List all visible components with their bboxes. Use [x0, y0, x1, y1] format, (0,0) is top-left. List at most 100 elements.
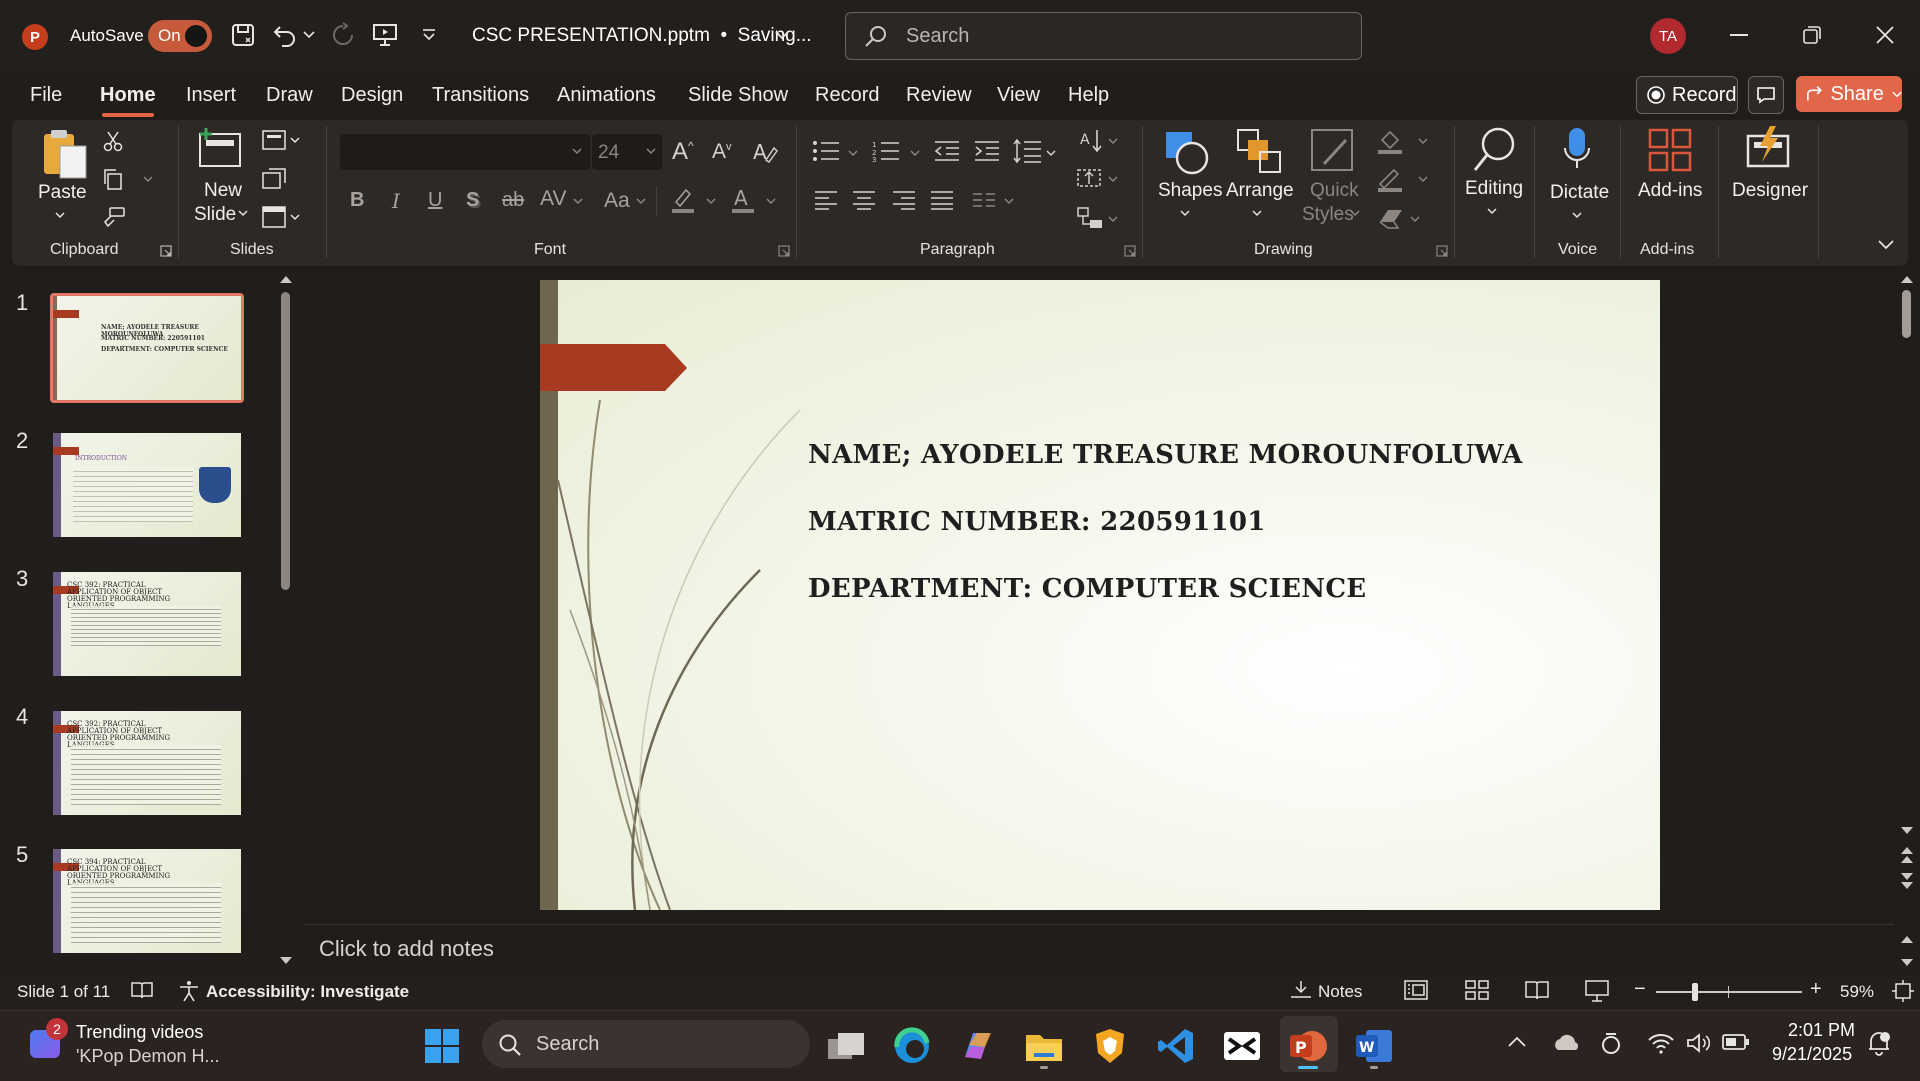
line-spacing-icon[interactable] — [1012, 138, 1042, 164]
shapes-icon[interactable] — [1162, 128, 1212, 178]
clipboard-launcher-icon[interactable] — [160, 245, 172, 257]
columns-dropdown-icon[interactable] — [1004, 198, 1014, 205]
highlight-icon[interactable] — [670, 186, 696, 214]
change-case-dropdown-icon[interactable] — [636, 198, 646, 205]
spelling-check-icon[interactable] — [130, 980, 154, 1000]
quick-styles-icon[interactable] — [1310, 128, 1356, 176]
font-size-dropdown-icon[interactable] — [646, 148, 656, 155]
shapes-dropdown-icon[interactable] — [1180, 210, 1190, 217]
italic-icon[interactable]: I — [392, 189, 400, 213]
font-name-dropdown-icon[interactable] — [572, 148, 582, 155]
quick-styles-dropdown-icon[interactable] — [1350, 210, 1360, 217]
copy-icon[interactable] — [102, 168, 124, 190]
slide-thumbnail[interactable]: CSC 392: PRACTICAL APPLICATION OF OBJECT… — [53, 711, 241, 815]
widgets-title[interactable]: Trending videos — [76, 1022, 203, 1043]
slide-matric-line[interactable]: MATRIC NUMBER: 220591101 — [808, 507, 1266, 537]
zoom-slider-thumb[interactable] — [1692, 983, 1698, 1001]
capcut-icon[interactable] — [1220, 1024, 1264, 1068]
quick-styles-label-1[interactable]: Quick — [1310, 180, 1359, 202]
dictate-label[interactable]: Dictate — [1550, 182, 1609, 204]
dictate-dropdown-icon[interactable] — [1572, 212, 1582, 219]
tab-insert[interactable]: Insert — [186, 84, 236, 107]
shape-outline-dropdown-icon[interactable] — [1418, 176, 1428, 183]
text-direction-dropdown-icon[interactable] — [1108, 138, 1118, 145]
section-icon[interactable] — [262, 206, 300, 228]
text-direction-icon[interactable]: A — [1078, 128, 1104, 154]
copy-dropdown-icon[interactable] — [143, 176, 153, 183]
highlight-dropdown-icon[interactable] — [706, 198, 716, 205]
comments-button[interactable] — [1748, 76, 1784, 114]
tab-animations[interactable]: Animations — [557, 84, 656, 107]
zoom-slider-track[interactable] — [1656, 991, 1802, 993]
shape-outline-icon[interactable] — [1376, 166, 1404, 192]
close-icon[interactable] — [1870, 18, 1900, 52]
windows-start-icon[interactable] — [420, 1024, 464, 1068]
undo-dropdown-icon[interactable] — [302, 18, 316, 52]
slide-name-line[interactable]: NAME; AYODELE TREASURE MOROUNFOLUWA — [808, 440, 1523, 470]
smartart-dropdown-icon[interactable] — [1108, 216, 1118, 223]
align-left-icon[interactable] — [814, 190, 838, 210]
add-ins-icon[interactable] — [1648, 128, 1692, 172]
smartart-icon[interactable] — [1076, 206, 1104, 230]
vscode-icon[interactable] — [1154, 1024, 1198, 1068]
tab-home[interactable]: Home — [100, 84, 156, 117]
normal-view-icon[interactable] — [1404, 980, 1428, 1000]
notes-scroll-down-icon[interactable] — [1900, 958, 1914, 968]
paste-label[interactable]: Paste — [38, 182, 87, 204]
zoom-level[interactable]: 59% — [1840, 982, 1874, 1002]
designer-label[interactable]: Designer — [1732, 180, 1808, 202]
drawing-launcher-icon[interactable] — [1436, 245, 1448, 257]
shape-effects-dropdown-icon[interactable] — [1410, 216, 1420, 223]
tab-view[interactable]: View — [997, 84, 1040, 107]
clear-formatting-icon[interactable]: A — [752, 140, 778, 164]
increase-indent-icon[interactable] — [974, 140, 1000, 162]
previous-slide-icon[interactable] — [1900, 846, 1914, 864]
clock-time[interactable]: 2:01 PM — [1788, 1020, 1855, 1041]
zoom-out-button[interactable]: − — [1634, 978, 1646, 1001]
arrange-icon[interactable] — [1236, 128, 1282, 174]
line-spacing-dropdown-icon[interactable] — [1046, 150, 1056, 157]
accessibility-icon[interactable] — [178, 980, 200, 1002]
tab-transitions[interactable]: Transitions — [432, 84, 529, 107]
copilot-icon[interactable] — [956, 1024, 1000, 1068]
notes-toggle-label[interactable]: Notes — [1318, 982, 1362, 1002]
redo-icon[interactable] — [328, 18, 358, 52]
show-hidden-icons-icon[interactable] — [1508, 1036, 1526, 1048]
record-button[interactable]: Record — [1636, 76, 1738, 114]
font-launcher-icon[interactable] — [778, 245, 790, 257]
present-from-start-icon[interactable] — [370, 18, 400, 52]
numbering-icon[interactable]: 123 — [872, 140, 900, 162]
customize-toolbar-icon[interactable] — [416, 18, 442, 52]
columns-icon[interactable] — [972, 192, 996, 208]
underline-icon[interactable]: U — [428, 189, 442, 212]
justify-icon[interactable] — [930, 190, 954, 210]
decrease-font-size-icon[interactable]: Av — [712, 140, 732, 164]
font-name-box[interactable] — [340, 134, 590, 170]
reset-slide-icon[interactable] — [262, 168, 286, 190]
designer-icon[interactable] — [1744, 126, 1792, 170]
notes-toggle-icon[interactable] — [1290, 980, 1312, 1000]
layout-icon[interactable] — [262, 130, 300, 150]
strikethrough-icon[interactable]: ab — [502, 189, 524, 212]
format-painter-icon[interactable] — [102, 206, 126, 228]
font-size-box[interactable]: 24 — [592, 134, 662, 170]
scroll-down-icon[interactable] — [1900, 826, 1914, 836]
fit-slide-icon[interactable] — [1892, 980, 1914, 1002]
taskbar-search-box[interactable]: Search — [482, 1020, 810, 1068]
slide-thumbnail[interactable]: CSC 392: PRACTICAL APPLICATION OF OBJECT… — [53, 572, 241, 676]
powerpoint-taskbar-icon[interactable]: P — [1286, 1024, 1330, 1068]
onedrive-icon[interactable] — [1552, 1032, 1582, 1054]
character-spacing-icon[interactable]: AV — [540, 187, 566, 211]
new-slide-label-2[interactable]: Slide — [194, 204, 236, 226]
task-view-icon[interactable] — [824, 1024, 868, 1068]
share-button[interactable]: Share — [1796, 76, 1902, 112]
new-slide-label-1[interactable]: New — [204, 180, 242, 202]
shapes-label[interactable]: Shapes — [1158, 180, 1222, 202]
word-taskbar-icon[interactable]: W — [1352, 1024, 1396, 1068]
new-slide-dropdown-icon[interactable] — [238, 210, 248, 217]
slide-show-view-icon[interactable] — [1585, 980, 1609, 1002]
next-slide-icon[interactable] — [1900, 872, 1914, 890]
cut-icon[interactable] — [102, 130, 124, 152]
bullets-dropdown-icon[interactable] — [848, 150, 858, 157]
volume-icon[interactable] — [1686, 1032, 1710, 1054]
